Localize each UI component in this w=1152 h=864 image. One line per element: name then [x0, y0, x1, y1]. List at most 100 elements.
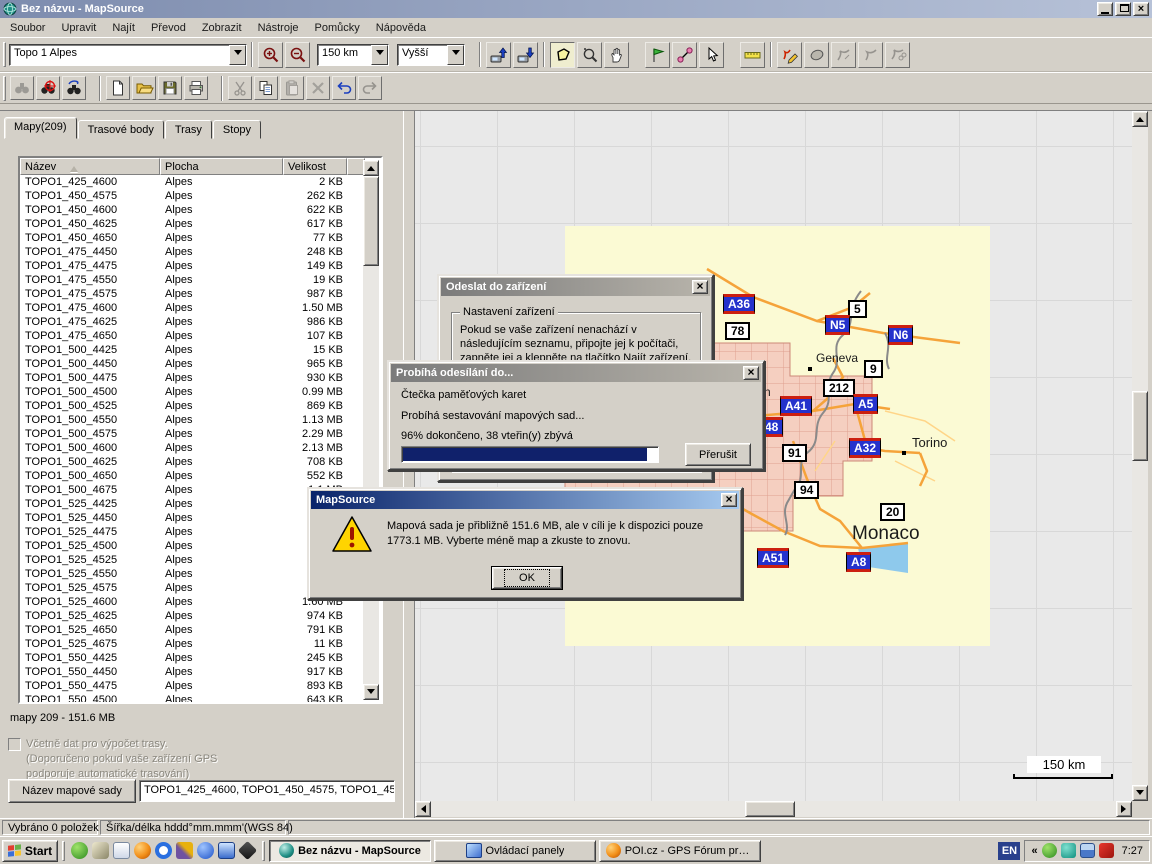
- quick-launch-utorrent-icon[interactable]: [71, 842, 88, 859]
- map-select-tool-button[interactable]: [550, 42, 575, 68]
- scroll-down-icon[interactable]: [1132, 785, 1148, 801]
- table-row[interactable]: TOPO1_550_4500Alpes643 KB: [20, 693, 365, 702]
- menu-najit[interactable]: Najít: [104, 19, 143, 37]
- toolbar-grip[interactable]: [3, 76, 6, 101]
- dialog-titlebar[interactable]: Odeslat do zařízení ×: [441, 278, 710, 296]
- scroll-down-icon[interactable]: [363, 684, 379, 700]
- chevron-down-icon[interactable]: [447, 45, 464, 65]
- quick-launch-outlook-icon[interactable]: [218, 842, 235, 859]
- taskbar-button-bez-nazvu-mapsource[interactable]: Bez názvu - MapSource: [269, 840, 431, 862]
- tray-collapse-icon[interactable]: «: [1031, 845, 1037, 857]
- waypoint-tool-button[interactable]: [645, 42, 670, 68]
- taskbar-button-poi-cz-gps-forum-pro[interactable]: POI.cz - GPS Fórum pro ...: [599, 840, 761, 862]
- table-row[interactable]: TOPO1_550_4475Alpes893 KB: [20, 679, 365, 693]
- zoom-tool-button[interactable]: [577, 42, 602, 68]
- scroll-up-icon[interactable]: [1132, 111, 1148, 127]
- table-row[interactable]: TOPO1_500_4475Alpes930 KB: [20, 371, 365, 385]
- dialog-titlebar[interactable]: MapSource ×: [311, 491, 739, 509]
- find-nearest-places-button[interactable]: [36, 76, 60, 100]
- minimize-button[interactable]: [1097, 2, 1113, 16]
- menu-pomucky[interactable]: Pomůcky: [307, 19, 368, 37]
- scroll-left-icon[interactable]: [415, 801, 431, 817]
- menu-prevod[interactable]: Převod: [143, 19, 194, 37]
- tab-trasove-body[interactable]: Trasové body: [78, 120, 164, 139]
- table-row[interactable]: TOPO1_500_4450Alpes965 KB: [20, 357, 365, 371]
- table-scrollbar[interactable]: [363, 160, 379, 700]
- print-button[interactable]: [184, 76, 208, 100]
- track-erase-tool-button[interactable]: [858, 42, 883, 68]
- product-combobox[interactable]: Topo 1 Alpes: [9, 44, 247, 66]
- selection-tool-button[interactable]: [699, 42, 724, 68]
- table-body[interactable]: TOPO1_425_4600Alpes2 KBTOPO1_450_4575Alp…: [20, 175, 365, 702]
- start-button[interactable]: Start: [2, 840, 58, 862]
- table-row[interactable]: TOPO1_525_4650Alpes791 KB: [20, 623, 365, 637]
- table-row[interactable]: TOPO1_525_4675Alpes11 KB: [20, 637, 365, 651]
- chevron-down-icon[interactable]: [371, 45, 388, 65]
- table-row[interactable]: TOPO1_525_4625Alpes974 KB: [20, 609, 365, 623]
- close-icon[interactable]: ×: [692, 280, 708, 294]
- draw-map-area-tool-button[interactable]: [777, 42, 802, 68]
- tab-stopy[interactable]: Stopy: [213, 120, 261, 139]
- zoom-out-button[interactable]: [285, 42, 310, 68]
- quick-launch-quicktime-icon[interactable]: [155, 842, 172, 859]
- table-row[interactable]: TOPO1_475_4550Alpes19 KB: [20, 273, 365, 287]
- map-horizontal-scrollbar[interactable]: [415, 801, 1132, 817]
- find-next-button[interactable]: [62, 76, 86, 100]
- quick-launch-picasa-icon[interactable]: [176, 842, 193, 859]
- erase-map-area-tool-button[interactable]: [804, 42, 829, 68]
- table-row[interactable]: TOPO1_425_4600Alpes2 KB: [20, 175, 365, 189]
- scroll-up-icon[interactable]: [363, 160, 379, 176]
- track-split-tool-button[interactable]: [885, 42, 910, 68]
- find-places-button[interactable]: [10, 76, 34, 100]
- restore-button[interactable]: [1115, 2, 1131, 16]
- menu-soubor[interactable]: Soubor: [2, 19, 53, 37]
- table-row[interactable]: TOPO1_500_4600Alpes2.13 MB: [20, 441, 365, 455]
- send-to-device-button[interactable]: [486, 42, 511, 68]
- quick-launch-winzip-icon[interactable]: [238, 841, 257, 860]
- taskbar-button-ovladaci-panely[interactable]: Ovládací panely: [434, 840, 596, 862]
- table-row[interactable]: TOPO1_475_4625Alpes986 KB: [20, 315, 365, 329]
- table-row[interactable]: TOPO1_550_4450Alpes917 KB: [20, 665, 365, 679]
- save-button[interactable]: [158, 76, 182, 100]
- language-indicator[interactable]: EN: [998, 842, 1020, 860]
- cancel-button[interactable]: Přerušit: [685, 443, 751, 466]
- cut-button[interactable]: [228, 76, 252, 100]
- route-tool-button[interactable]: [672, 42, 697, 68]
- column-header-plocha[interactable]: Plocha: [160, 158, 283, 175]
- copy-button[interactable]: [254, 76, 278, 100]
- table-row[interactable]: TOPO1_500_4525Alpes869 KB: [20, 399, 365, 413]
- table-row[interactable]: TOPO1_450_4650Alpes77 KB: [20, 231, 365, 245]
- table-row[interactable]: TOPO1_500_4425Alpes15 KB: [20, 343, 365, 357]
- close-icon[interactable]: ×: [743, 366, 759, 380]
- menu-nastroje[interactable]: Nástroje: [250, 19, 307, 37]
- undo-button[interactable]: [332, 76, 356, 100]
- tray-messenger-icon[interactable]: [1061, 843, 1076, 858]
- map-scale-combobox[interactable]: 150 km: [317, 44, 389, 66]
- column-header-nazev[interactable]: Název: [20, 158, 160, 175]
- table-row[interactable]: TOPO1_500_4550Alpes1.13 MB: [20, 413, 365, 427]
- menu-upravit[interactable]: Upravit: [53, 19, 104, 37]
- paste-button[interactable]: [280, 76, 304, 100]
- table-row[interactable]: TOPO1_475_4475Alpes149 KB: [20, 259, 365, 273]
- table-row[interactable]: TOPO1_550_4425Alpes245 KB: [20, 651, 365, 665]
- tray-network-icon[interactable]: [1080, 843, 1095, 858]
- detail-level-combobox[interactable]: Vyšší: [397, 44, 465, 66]
- scrollbar-thumb[interactable]: [745, 801, 795, 817]
- table-row[interactable]: TOPO1_450_4600Alpes622 KB: [20, 203, 365, 217]
- quick-launch-winamp-icon[interactable]: [92, 842, 109, 859]
- open-file-button[interactable]: [132, 76, 156, 100]
- table-row[interactable]: TOPO1_500_4500Alpes0.99 MB: [20, 385, 365, 399]
- tab-trasy[interactable]: Trasy: [165, 120, 212, 139]
- tray-ati-icon[interactable]: [1099, 843, 1114, 858]
- tab-mapy-209[interactable]: Mapy(209): [4, 117, 77, 139]
- close-button[interactable]: ×: [1133, 2, 1149, 16]
- table-row[interactable]: TOPO1_475_4650Alpes107 KB: [20, 329, 365, 343]
- scrollbar-thumb[interactable]: [1132, 391, 1148, 461]
- menu-zobrazit[interactable]: Zobrazit: [194, 19, 250, 37]
- ok-button[interactable]: OK: [492, 567, 562, 589]
- redo-button[interactable]: [358, 76, 382, 100]
- close-icon[interactable]: ×: [721, 493, 737, 507]
- mapset-name-field[interactable]: TOPO1_425_4600, TOPO1_450_4575, TOPO1_45…: [139, 780, 395, 802]
- menu-napoveda[interactable]: Nápověda: [368, 19, 434, 37]
- table-row[interactable]: TOPO1_475_4450Alpes248 KB: [20, 245, 365, 259]
